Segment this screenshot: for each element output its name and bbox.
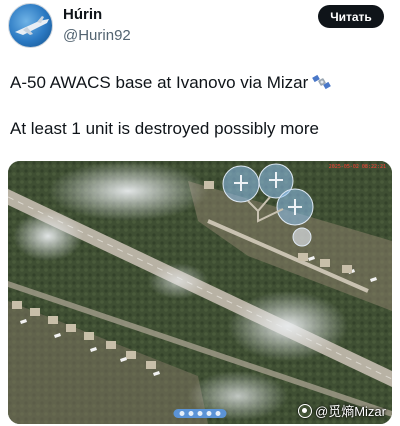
pager-dot[interactable]: [188, 411, 194, 416]
pager-dot[interactable]: [197, 411, 203, 416]
post-text: A-50 AWACS base at Ivanovo via Mizar: [10, 73, 309, 92]
watermark-text: @觅熵Mizar: [315, 404, 386, 419]
pager-dot[interactable]: [215, 411, 221, 416]
post-text-line-1: A-50 AWACS base at Ivanovo via Mizar: [10, 73, 332, 96]
aircraft-avatar-icon: [15, 16, 49, 35]
image-timestamp: 2025-05-02 08:22:21: [328, 164, 386, 170]
watermark: @觅熵Mizar: [298, 401, 386, 420]
image-pager[interactable]: [173, 409, 227, 418]
post-text-line-2: At least 1 unit is destroyed possibly mo…: [10, 119, 319, 138]
pager-dot[interactable]: [179, 411, 185, 416]
read-button[interactable]: Читать: [318, 5, 384, 28]
avatar[interactable]: [8, 3, 53, 48]
author-handle[interactable]: @Hurin92: [63, 27, 131, 44]
post-header: Húrin @Hurin92 Читать: [0, 0, 400, 60]
satellite-image[interactable]: 2025-05-02 08:22:21 @觅熵Mizar: [8, 161, 392, 424]
satellite-icon: [312, 73, 332, 96]
author-display-name[interactable]: Húrin: [63, 6, 102, 23]
pager-dot[interactable]: [206, 411, 212, 416]
weibo-icon: [298, 403, 313, 418]
airbase-satellite-picture: [8, 161, 392, 424]
